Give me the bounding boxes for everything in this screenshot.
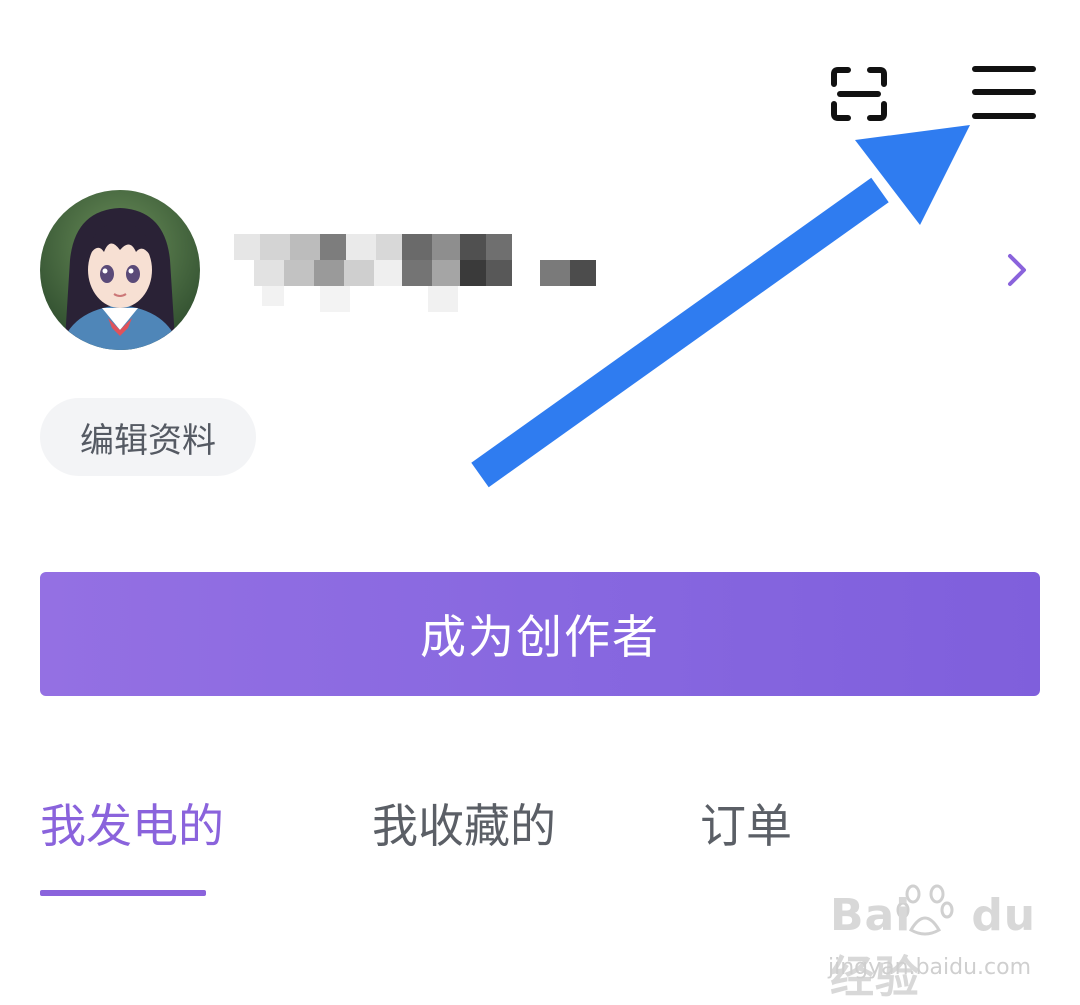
tab-label: 我收藏的: [372, 799, 556, 853]
scan-icon[interactable]: [830, 66, 888, 122]
watermark-text-bai: Bai: [830, 890, 912, 941]
edit-profile-button[interactable]: 编辑资料: [40, 398, 256, 476]
watermark-url: jingyan.baidu.com: [828, 955, 1032, 980]
pixelated-username-image: [234, 234, 596, 312]
become-creator-label: 成为创作者: [420, 610, 660, 664]
tab-orders[interactable]: 订单: [700, 796, 792, 856]
active-tab-indicator: [40, 890, 206, 896]
tab-my-favorites[interactable]: 我收藏的: [372, 796, 556, 856]
watermark-text-du: du: [971, 890, 1037, 941]
tab-label: 订单: [700, 799, 792, 853]
become-creator-button[interactable]: 成为创作者: [40, 572, 1040, 696]
tab-label: 我发电的: [40, 799, 224, 853]
edit-profile-label: 编辑资料: [80, 420, 216, 461]
tab-my-support[interactable]: 我发电的: [40, 796, 224, 856]
chevron-right-icon[interactable]: [1002, 250, 1032, 290]
avatar[interactable]: [40, 190, 200, 350]
hamburger-menu-icon[interactable]: [970, 64, 1038, 122]
watermark-logo: Bai du经验: [830, 890, 1080, 1005]
